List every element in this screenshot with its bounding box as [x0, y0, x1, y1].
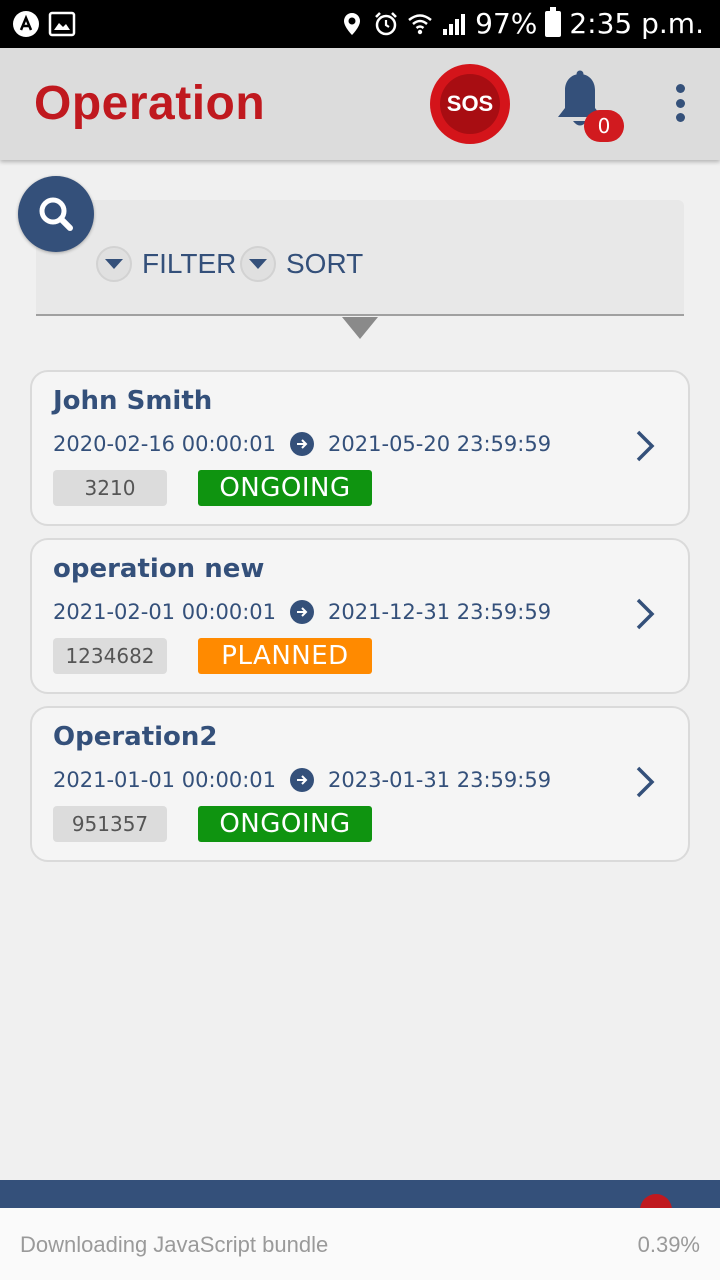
app-a-icon	[13, 11, 39, 37]
alarm-icon	[375, 12, 398, 36]
operation-card[interactable]: Operation2 2021-01-01 00:00:01 2023-01-3…	[30, 706, 690, 862]
end-date: 2021-12-31 23:59:59	[328, 600, 552, 624]
wifi-icon	[408, 14, 432, 35]
chevron-right-icon	[636, 430, 655, 462]
operation-id-badge: 951357	[53, 806, 167, 842]
page-title: Operation	[34, 77, 266, 130]
operation-name: John Smith	[53, 386, 213, 416]
start-date: 2020-02-16 00:00:01	[53, 432, 277, 456]
operation-id-badge: 3210	[53, 470, 167, 506]
download-status-text: Downloading JavaScript bundle	[20, 1232, 329, 1257]
status-badge: PLANNED	[198, 638, 372, 674]
operation-card[interactable]: operation new 2021-02-01 00:00:01 2021-1…	[30, 538, 690, 694]
download-percent: 0.39%	[637, 1232, 700, 1257]
battery-icon	[545, 7, 562, 37]
end-date: 2021-05-20 23:59:59	[328, 432, 552, 456]
operation-name: operation new	[53, 554, 265, 584]
notification-badge: 0	[584, 110, 624, 142]
filter-button[interactable]: FILTER	[96, 246, 236, 282]
menu-dot-icon	[675, 84, 685, 93]
status-badge: ONGOING	[198, 470, 372, 506]
bottom-nav-bar	[0, 1180, 720, 1214]
notifications-button[interactable]: 0	[552, 70, 624, 146]
arrow-right-icon	[290, 768, 315, 792]
image-icon	[48, 11, 76, 37]
end-date: 2023-01-31 23:59:59	[328, 768, 552, 792]
status-bar: 97% 2:35 p.m.	[0, 0, 720, 48]
status-badge: ONGOING	[198, 806, 372, 842]
battery-percent: 97%	[475, 7, 538, 40]
chevron-right-icon	[636, 598, 655, 630]
search-button[interactable]	[18, 176, 94, 252]
chevron-down-icon	[96, 246, 132, 282]
filter-label: FILTER	[142, 248, 237, 279]
operation-dates: 2021-01-01 00:00:01 2023-01-31 23:59:59	[53, 768, 551, 792]
operation-dates: 2021-02-01 00:00:01 2021-12-31 23:59:59	[53, 600, 551, 624]
operation-id-badge: 1234682	[53, 638, 167, 674]
more-options-button[interactable]	[664, 78, 696, 128]
operation-name: Operation2	[53, 722, 218, 752]
download-progress-bar: Downloading JavaScript bundle 0.39%	[0, 1208, 720, 1280]
signal-icon	[443, 14, 466, 35]
arrow-right-icon	[290, 432, 315, 456]
start-date: 2021-02-01 00:00:01	[53, 600, 277, 624]
chevron-right-icon	[636, 766, 655, 798]
sos-button[interactable]: SOS	[430, 64, 510, 144]
start-date: 2021-01-01 00:00:01	[53, 768, 277, 792]
operation-dates: 2020-02-16 00:00:01 2021-05-20 23:59:59	[53, 432, 551, 456]
menu-dot-icon	[675, 113, 685, 122]
arrow-right-icon	[290, 600, 315, 624]
sos-label: SOS	[440, 74, 500, 134]
sort-label: SORT	[286, 248, 364, 279]
chevron-down-icon	[240, 246, 276, 282]
location-icon	[344, 13, 361, 35]
search-icon	[39, 197, 73, 231]
clock: 2:35 p.m.	[569, 7, 704, 40]
sort-button[interactable]: SORT	[240, 246, 363, 282]
operation-card[interactable]: John Smith 2020-02-16 00:00:01 2021-05-2…	[30, 370, 690, 526]
menu-dot-icon	[675, 98, 685, 108]
collapse-arrow-icon[interactable]	[342, 317, 378, 339]
app-header: Operation SOS 0	[0, 48, 720, 160]
